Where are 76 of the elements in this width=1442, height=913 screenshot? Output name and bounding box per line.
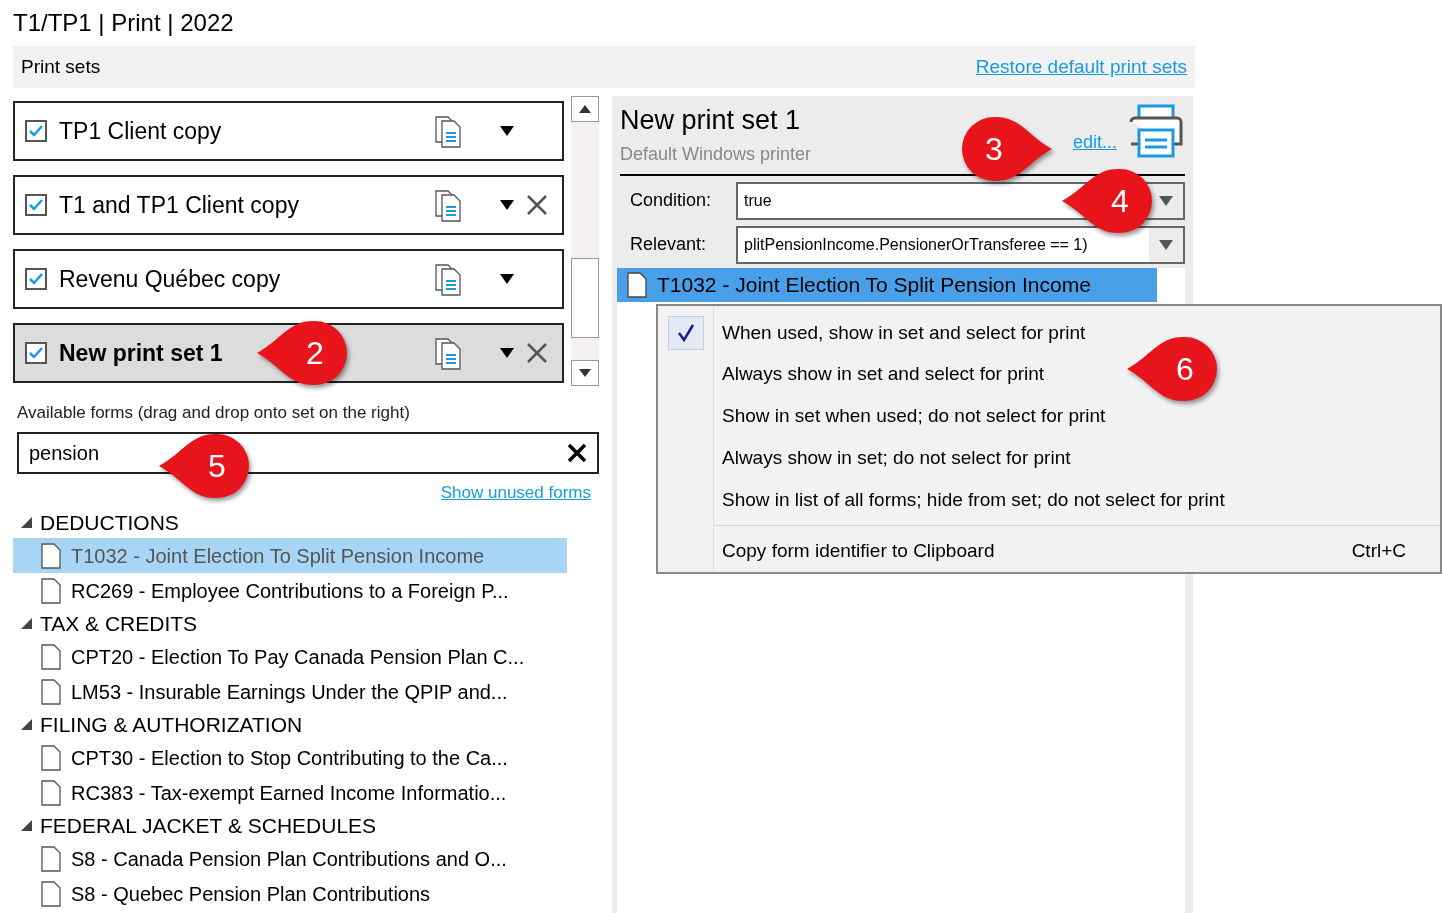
checkbox[interactable] [25,342,47,364]
section-title: Print sets [21,54,101,79]
checkmark-icon [677,322,695,343]
printer-icon[interactable] [1127,104,1185,158]
check-icon [28,123,44,139]
shortcut-label: Ctrl+C [1351,538,1406,563]
form-item[interactable]: T1032 - Joint Election To Split Pension Income [13,538,567,573]
print-set-name: T1 and TP1 Client copy [59,190,299,220]
scrollbar[interactable] [571,96,599,386]
menu-item[interactable]: When used, show in set and select for print [714,318,1086,348]
printer-label: Default Windows printer [620,142,812,166]
check-icon [28,197,44,213]
document-icon [41,577,61,604]
group-label: TAX & CREDITS [40,610,198,637]
print-set-row[interactable]: TP1 Client copy [13,101,564,161]
copies-icon[interactable] [434,187,464,223]
menu-item[interactable]: Show in list of all forms; hide from set; do not select for print [714,485,1225,515]
check-icon [28,271,44,287]
expand-icon[interactable] [21,517,32,528]
field-label: Relevant: [629,233,708,256]
print-set-row[interactable]: Revenu Québec copy [13,249,564,309]
close-icon[interactable] [526,342,548,364]
group-label: FEDERAL JACKET & SCHEDULES [40,812,377,839]
close-icon[interactable] [526,194,548,216]
expand-icon[interactable] [21,719,32,730]
print-set-name: TP1 Client copy [59,116,222,146]
menu-item[interactable]: Always show in set and select for print [714,360,1045,389]
form-item[interactable]: CPT30 - Election to Stop Contributing to the Ca... [13,740,567,775]
caret-icon[interactable] [500,274,514,284]
menu-item[interactable]: Always show in set; do not select for print [714,444,1071,473]
checkbox[interactable] [25,194,47,216]
menu-item-label: Copy form identifier to Clipboard [722,538,995,563]
dropdown-icon[interactable] [1159,195,1173,206]
document-icon [627,271,647,298]
print-set-row[interactable]: T1 and TP1 Client copy [13,175,564,235]
available-forms-label: Available forms (drag and drop onto set on the right) [17,402,411,424]
caret-icon[interactable] [500,200,514,210]
expand-icon[interactable] [21,820,32,831]
document-icon [41,744,61,771]
group-label: FILING & AUTHORIZATION [40,711,303,738]
copies-icon[interactable] [434,113,464,149]
dropdown-icon[interactable] [1159,239,1173,250]
copies-icon[interactable] [434,261,464,297]
caret-icon[interactable] [500,348,514,358]
set-form-item[interactable]: T1032 - Joint Election To Split Pension Income [617,267,1157,302]
document-icon [41,880,61,907]
field-label: Condition: [629,189,713,212]
document-icon [41,779,61,806]
check-icon [28,345,44,361]
print-set-name: New print set 1 [59,338,223,368]
form-item[interactable]: S8 - Canada Pension Plan Contributions and O... [13,841,567,876]
copies-icon[interactable] [434,335,464,371]
form-item[interactable]: LM53 - Insurable Earnings Under the QPIP and... [13,674,567,709]
window-title: T1/TP1 | Print | 2022 [13,8,234,38]
search-value: pension [29,440,100,466]
caret-icon[interactable] [500,126,514,136]
print-set-name: Revenu Québec copy [59,264,281,294]
document-icon [41,845,61,872]
expand-icon[interactable] [21,618,32,629]
checkbox[interactable] [25,120,47,142]
group-label: DEDUCTIONS [40,509,179,536]
scroll-down-icon[interactable] [579,369,591,377]
form-item[interactable]: CPT20 - Election To Pay Canada Pension Plan C... [13,639,567,674]
document-icon [41,542,61,569]
set-title: New print set 1 [620,104,802,137]
clear-icon[interactable] [567,442,587,463]
document-icon [41,643,61,670]
form-item[interactable]: RC269 - Employee Contributions to a Foreign P... [13,573,567,608]
menu-item[interactable]: Copy form identifier to Clipboard Ctrl+C [714,530,1440,572]
scroll-up-icon[interactable] [579,105,591,113]
menu-item[interactable]: Show in set when used; do not select for print [714,402,1106,431]
document-icon [41,678,61,705]
form-item[interactable]: S8 - Quebec Pension Plan Contributions [13,876,567,911]
form-item[interactable]: RC383 - Tax-exempt Earned Income Informatio... [13,775,567,810]
expression-field[interactable]: plitPensionIncome.PensionerOrTransferee == 1) [736,225,1185,264]
checkbox[interactable] [25,268,47,290]
